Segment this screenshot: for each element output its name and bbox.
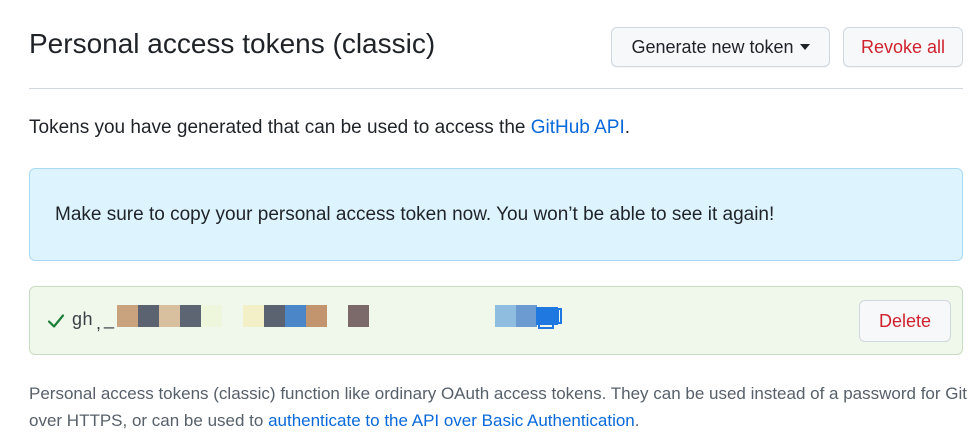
revoke-all-button[interactable]: Revoke all (843, 27, 963, 67)
token-redaction-1 (117, 305, 138, 327)
token-redaction-5 (201, 305, 222, 327)
token-underscore: _ (104, 309, 115, 329)
check-icon (47, 314, 65, 328)
flash-message: Make sure to copy your personal access t… (55, 204, 775, 225)
token-redaction-9 (306, 305, 327, 327)
token-redaction-7 (264, 305, 285, 327)
token-redaction-11 (495, 305, 516, 327)
caret-down-icon (799, 44, 810, 50)
generate-new-token-label: Generate new token (631, 36, 794, 57)
token-prefix: gh (72, 309, 94, 329)
token-row: gh , _ Delete (29, 286, 963, 355)
page-header: Personal access tokens (classic) Generat… (29, 22, 963, 89)
token-separator-mark: , (96, 313, 102, 333)
token-redaction-4 (180, 305, 201, 327)
token-redaction-12 (516, 305, 537, 327)
token-redaction-6 (243, 305, 264, 327)
github-api-link[interactable]: GitHub API (531, 117, 625, 138)
token-redaction-2 (138, 305, 159, 327)
copy-icon[interactable] (536, 307, 562, 329)
description-text: Tokens you have generated that can be us… (29, 117, 531, 138)
tokens-description: Tokens you have generated that can be us… (29, 117, 630, 139)
token-redaction-8 (285, 305, 306, 327)
generate-new-token-button[interactable]: Generate new token (611, 27, 830, 67)
delete-token-button[interactable]: Delete (859, 300, 951, 342)
token-redaction-3 (159, 305, 180, 327)
page-title: Personal access tokens (classic) (29, 28, 436, 59)
token-redaction-10 (348, 305, 369, 327)
tokens-footer-note: Personal access tokens (classic) functio… (29, 380, 969, 434)
basic-auth-link[interactable]: authenticate to the API over Basic Authe… (268, 411, 635, 430)
footer-suffix: . (634, 411, 640, 430)
description-suffix: . (624, 117, 631, 138)
copy-token-flash: Make sure to copy your personal access t… (29, 168, 963, 261)
